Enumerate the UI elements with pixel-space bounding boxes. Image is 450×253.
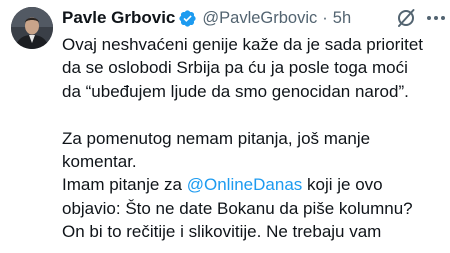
tweet-text-line: da se oslobodi Srbija pa ću ja posle tog…: [62, 58, 408, 78]
tweet-text-line: On bi to rečitije i slikovitije. Ne treb…: [62, 222, 382, 242]
tweet[interactable]: Pavle Grbovic @PavleGrbovic · 5h Ovaj ne…: [0, 0, 450, 253]
author-handle[interactable]: @PavleGrbovic: [202, 9, 317, 28]
verified-badge-icon: [178, 9, 197, 28]
mention-link[interactable]: @OnlineDanas: [187, 175, 303, 194]
tweet-text-segment: koji je ovo: [302, 175, 383, 195]
paragraph-break: [62, 103, 448, 126]
tweet-text-line: komentar.: [62, 151, 137, 171]
tweet-timestamp[interactable]: 5h: [333, 9, 351, 28]
avatar-image: [11, 7, 53, 49]
tweet-text-line: objavio: Što ne date Bokanu da piše kolu…: [62, 198, 413, 218]
tweet-text-line: da “ubeđujem ljude da smo genocidan naro…: [62, 81, 409, 101]
avatar[interactable]: [11, 7, 53, 49]
separator-dot: ·: [322, 8, 328, 27]
tweet-text-line: Za pomenutog nemam pitanja, još manje: [62, 128, 371, 148]
tweet-header: Pavle Grbovic @PavleGrbovic · 5h: [62, 6, 442, 30]
author-display-name[interactable]: Pavle Grbovic: [62, 8, 175, 28]
grok-icon[interactable]: [395, 7, 417, 29]
tweet-text-line: Imam pitanje za @OnlineDanas koji je ovo: [62, 173, 448, 196]
tweet-text-segment: Imam pitanje za: [62, 175, 187, 195]
tweet-text: Ovaj neshvaćeni genije kaže da je sada p…: [62, 33, 448, 244]
tweet-text-line: Ovaj neshvaćeni genije kaže da je sada p…: [62, 35, 423, 54]
more-icon[interactable]: [425, 8, 447, 28]
